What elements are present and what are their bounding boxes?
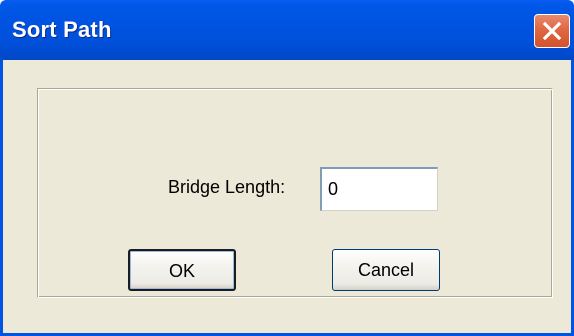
bridge-length-label: Bridge Length: bbox=[168, 177, 286, 197]
ok-button[interactable]: OK bbox=[128, 249, 236, 291]
cancel-button[interactable]: Cancel bbox=[332, 249, 440, 291]
window-title: Sort Path bbox=[12, 17, 112, 42]
dialog-body: Bridge Length: OK Cancel bbox=[0, 60, 574, 336]
settings-group: Bridge Length: OK Cancel bbox=[37, 88, 553, 298]
title-bar[interactable]: Sort Path bbox=[0, 0, 574, 60]
bridge-length-input[interactable] bbox=[320, 167, 438, 211]
close-button[interactable] bbox=[534, 14, 570, 48]
sort-path-dialog: Sort Path Bridge Length: OK Cancel bbox=[0, 0, 574, 336]
close-icon bbox=[542, 21, 562, 41]
